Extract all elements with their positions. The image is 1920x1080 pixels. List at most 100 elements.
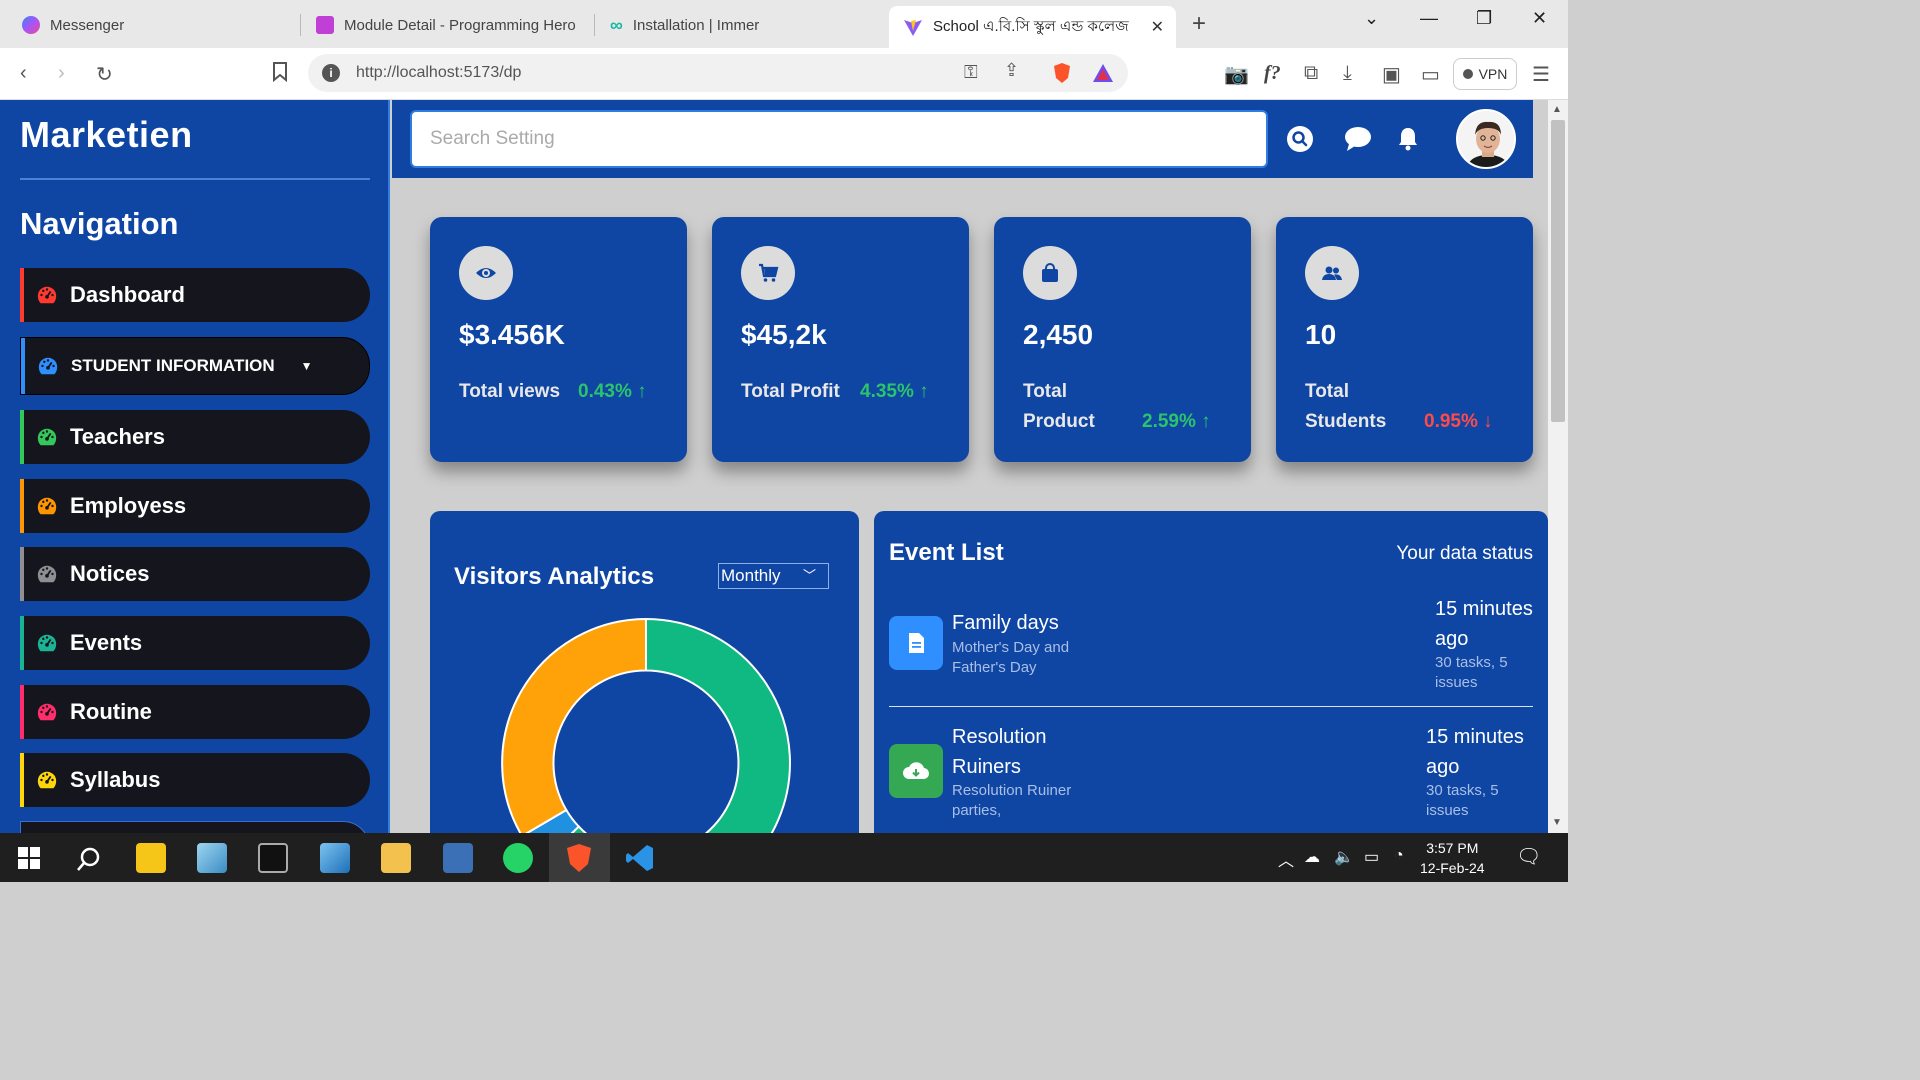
extensions-icon[interactable]: ⧉ xyxy=(1304,62,1318,85)
bookmark-icon[interactable] xyxy=(272,62,288,88)
stat-value: $45,2k xyxy=(741,319,827,350)
key-icon[interactable]: ⚿ xyxy=(964,62,978,83)
brave-rewards-icon[interactable] xyxy=(1092,63,1114,83)
accent-bar xyxy=(20,753,24,807)
windows-start-icon[interactable] xyxy=(18,847,40,869)
sidebar-item-teachers[interactable]: Teachers xyxy=(20,410,370,464)
formula-extension-icon[interactable]: f? xyxy=(1264,62,1281,85)
sidebar-toggle-icon[interactable]: ▣ xyxy=(1382,62,1401,87)
sidebar-item-label: Dashboard xyxy=(70,282,185,307)
site-info-icon[interactable]: i xyxy=(322,64,340,82)
forward-icon[interactable]: › xyxy=(58,62,65,85)
data-status-label: Your data status xyxy=(1396,543,1533,564)
system-clock[interactable]: 3:57 PM 12-Feb-24 xyxy=(1420,838,1485,878)
users-icon xyxy=(1305,246,1359,300)
tab-search-chevron-icon[interactable]: ⌄ xyxy=(1364,8,1379,29)
period-select[interactable]: Monthly ﹀ xyxy=(718,563,829,589)
stat-label: Total Product xyxy=(1023,381,1095,432)
arrow-down-icon: ↓ xyxy=(1483,411,1493,432)
tab-messenger[interactable]: Messenger xyxy=(8,6,298,44)
app-logo[interactable]: Marketien xyxy=(20,114,193,156)
close-tab-icon[interactable]: ✕ xyxy=(1151,17,1164,37)
caret-down-icon: ▼ xyxy=(300,359,313,373)
volume-icon[interactable]: 🔈 xyxy=(1334,847,1354,867)
event-time: 15 minutes ago xyxy=(1426,726,1524,778)
notifications-icon[interactable]: 🗨 xyxy=(1516,844,1541,869)
screenshot-icon[interactable]: 📷 xyxy=(1224,62,1249,87)
share-icon[interactable]: ⇪ xyxy=(1004,60,1019,81)
app-icon[interactable] xyxy=(197,843,227,873)
brave-browser-icon[interactable] xyxy=(564,843,594,873)
visitors-analytics-panel: Visitors Analytics Monthly ﹀ xyxy=(430,511,859,833)
accent-bar xyxy=(20,547,24,601)
wifi-icon[interactable]: ◔ xyxy=(1394,847,1404,865)
accent-bar xyxy=(20,410,24,464)
stat-card-profit: $45,2k Total Profit 4.35% ↑ xyxy=(712,217,969,462)
immer-icon: ∞ xyxy=(610,14,623,35)
avatar[interactable] xyxy=(1456,109,1516,169)
vpn-button[interactable]: VPN xyxy=(1453,58,1517,90)
file-explorer-icon[interactable] xyxy=(381,843,411,873)
stat-label: Total views xyxy=(459,381,561,402)
stat-label: Total Profit xyxy=(741,381,840,402)
tab-programming-hero[interactable]: Module Detail - Programming Hero xyxy=(302,6,592,44)
stat-change: 0.95% ↓ xyxy=(1424,411,1493,432)
app-icon[interactable] xyxy=(136,843,166,873)
scroll-up-icon[interactable]: ▲ xyxy=(1552,104,1562,115)
sidebar-item-student-information[interactable]: STUDENT INFORMATION ▼ xyxy=(20,337,370,395)
clock-date: 12-Feb-24 xyxy=(1420,860,1485,876)
visitors-donut-chart xyxy=(501,617,791,833)
menu-icon[interactable]: ☰ xyxy=(1532,62,1550,87)
accent-bar xyxy=(20,616,24,670)
windows-taskbar: ︿ ☁ 🔈 ▭ ◔ 3:57 PM 12-Feb-24 🗨 xyxy=(0,833,1568,882)
event-description: Mother's Day and Father's Day xyxy=(952,639,1070,676)
scroll-down-icon[interactable]: ▼ xyxy=(1552,817,1562,828)
app-icon[interactable] xyxy=(320,843,350,873)
onedrive-icon[interactable]: ☁ xyxy=(1304,847,1320,867)
sidebar-item-routine[interactable]: Routine xyxy=(20,685,370,739)
brave-shield-icon[interactable] xyxy=(1052,62,1072,84)
calculator-icon[interactable] xyxy=(443,843,473,873)
sidebar-item-syllabus[interactable]: Syllabus xyxy=(20,753,370,807)
bell-icon[interactable] xyxy=(1394,125,1422,153)
download-icon[interactable]: ⤓ xyxy=(1343,62,1352,85)
tab-title: Messenger xyxy=(50,16,125,34)
page-scrollbar[interactable]: ▲ ▼ xyxy=(1548,100,1568,833)
back-icon[interactable]: ‹ xyxy=(20,62,27,85)
wallet-icon[interactable]: ▭ xyxy=(1421,62,1440,87)
scrollbar-thumb[interactable] xyxy=(1551,120,1565,422)
tab-separator xyxy=(594,14,595,36)
reload-icon[interactable]: ↻ xyxy=(96,62,113,87)
terminal-icon[interactable] xyxy=(258,843,288,873)
address-bar[interactable]: i http://localhost:5173/dp ⚿ ⇪ xyxy=(308,54,1128,92)
dashboard-icon xyxy=(38,357,58,375)
vscode-icon[interactable] xyxy=(625,843,655,873)
donut-segment-orange xyxy=(501,617,647,833)
arrow-up-icon: ↑ xyxy=(919,381,929,402)
show-hidden-icons-icon[interactable]: ︿ xyxy=(1278,847,1294,871)
tab-immer[interactable]: ∞ Installation | Immer xyxy=(596,6,886,44)
tab-title: Module Detail - Programming Hero xyxy=(344,16,576,34)
accent-bar xyxy=(20,268,24,322)
search-input[interactable] xyxy=(410,110,1268,168)
url-text[interactable]: http://localhost:5173/dp xyxy=(356,64,521,82)
sidebar-item-notices[interactable]: Notices xyxy=(20,547,370,601)
search-icon[interactable] xyxy=(75,845,103,873)
search-icon[interactable] xyxy=(1286,125,1314,153)
sidebar-item-employess[interactable]: Employess xyxy=(20,479,370,533)
whatsapp-icon[interactable] xyxy=(503,843,533,873)
close-window-button[interactable]: ✕ xyxy=(1532,8,1547,29)
sidebar-item-label: Routine xyxy=(70,699,152,724)
browser-tab-bar: Messenger Module Detail - Programming He… xyxy=(0,0,1568,48)
sidebar-item-partial[interactable] xyxy=(20,821,370,833)
sidebar-item-events[interactable]: Events xyxy=(20,616,370,670)
restore-button[interactable]: ❐ xyxy=(1476,8,1492,29)
battery-icon[interactable]: ▭ xyxy=(1364,847,1379,867)
cloud-download-icon xyxy=(889,744,943,798)
stat-change: 2.59% ↑ xyxy=(1142,411,1211,432)
minimize-button[interactable]: — xyxy=(1420,8,1438,29)
sidebar-item-dashboard[interactable]: Dashboard xyxy=(20,268,370,322)
chat-icon[interactable] xyxy=(1344,125,1372,153)
tab-school[interactable]: School এ.বি.সি স্কুল এন্ড কলেজ ✕ xyxy=(889,6,1176,48)
new-tab-button[interactable]: + xyxy=(1192,10,1206,38)
